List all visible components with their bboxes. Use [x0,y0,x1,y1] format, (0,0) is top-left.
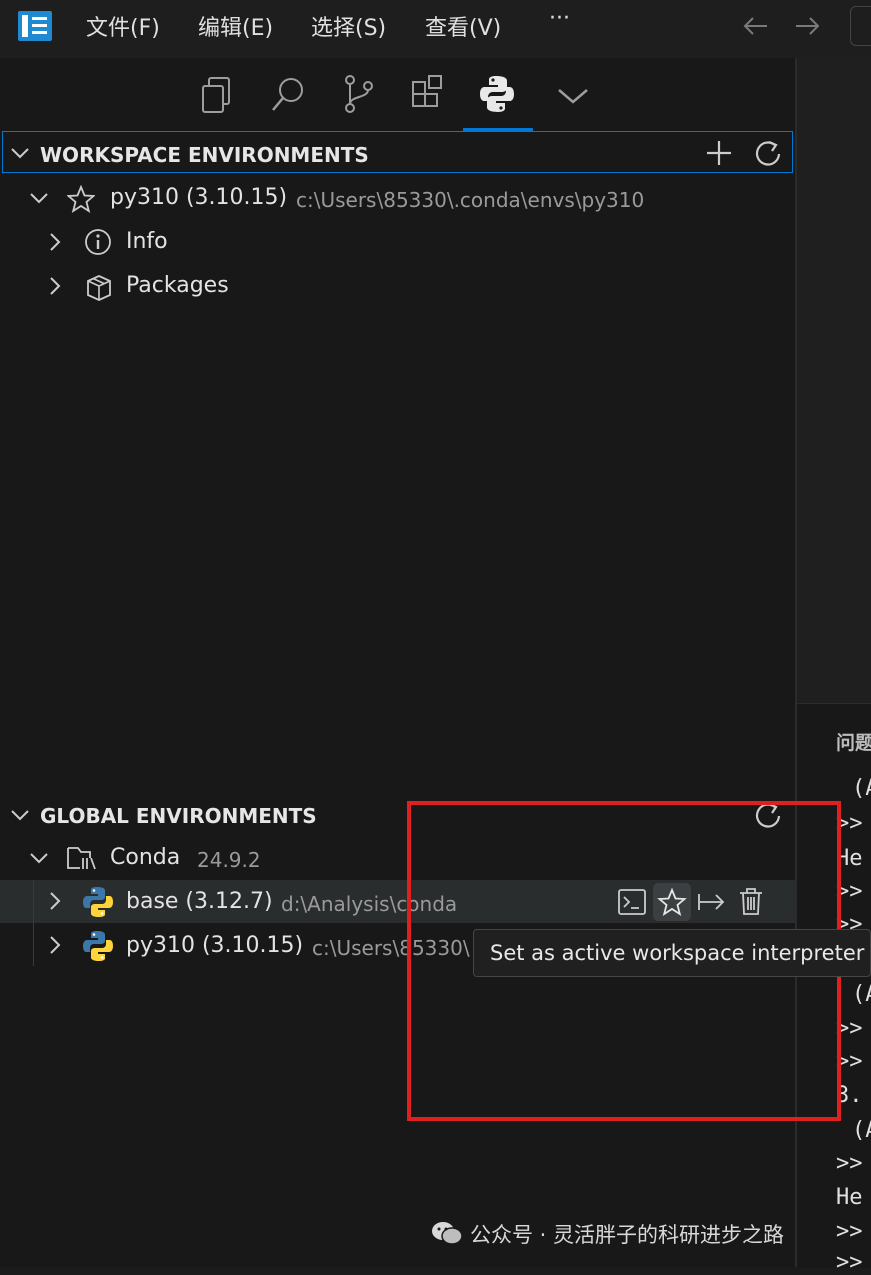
tooltip-text: Set as active workspace interpreter [490,941,865,965]
global-environments-title: GLOBAL ENVIRONMENTS [40,804,317,828]
tooltip: Set as active workspace interpreter [473,929,871,977]
terminal-line: (A [852,1118,871,1143]
tree-indent-guide [33,880,34,966]
command-center[interactable] [850,6,871,46]
package-icon [87,275,111,301]
folder-library-icon [67,847,96,870]
terminal-line: >> [836,1219,863,1244]
extensions-icon[interactable] [407,72,449,118]
forward-arrow-icon[interactable] [792,14,822,38]
terminal-line: >> [836,1151,863,1176]
terminal-line: (A [852,776,871,801]
menu-bar: 文件(F) 编辑(E) 选择(S) 查看(V) ··· [0,0,871,58]
chevron-down-icon[interactable] [8,804,32,826]
conda-manager-name[interactable]: Conda [110,845,180,870]
menu-file[interactable]: 文件(F) [86,10,160,42]
chevron-right-icon[interactable] [44,889,66,913]
tree-item-packages[interactable]: Packages [126,273,229,298]
chevron-right-icon[interactable] [44,274,66,298]
python-icon[interactable] [477,72,519,118]
menu-selection[interactable]: 选择(S) [311,10,386,42]
watermark-text: 公众号 · 灵活胖子的科研进步之路 [470,1223,785,1247]
star-icon [67,185,95,213]
workspace-env-path: c:\Users\85330\.conda\envs\py310 [296,188,645,212]
explorer-icon[interactable] [197,72,239,118]
add-icon[interactable] [704,139,734,167]
conda-version: 24.9.2 [197,848,261,872]
menu-edit[interactable]: 编辑(E) [198,10,273,42]
menu-more[interactable]: ··· [549,6,570,31]
wechat-icon [432,1222,463,1245]
chevron-right-icon[interactable] [44,933,66,957]
terminal-line: He [836,1185,863,1210]
terminal-line: >> [836,1250,863,1275]
menu-view[interactable]: 查看(V) [425,10,501,42]
workspace-env-name[interactable]: py310 (3.10.15) [110,185,287,210]
chevron-right-icon[interactable] [44,230,66,254]
env-name-base[interactable]: base (3.12.7) [126,889,273,914]
chevron-down-icon[interactable] [27,847,51,869]
python-env-icon [83,931,113,961]
refresh-icon[interactable] [753,139,783,169]
search-icon[interactable] [267,72,309,118]
editor-area [797,58,871,703]
env-name-py310[interactable]: py310 (3.10.15) [126,933,303,958]
tree-item-info[interactable]: Info [126,229,168,254]
chevron-down-icon[interactable] [8,142,32,164]
python-env-icon [83,887,113,917]
source-control-icon[interactable] [338,72,380,118]
panel-tab-problems[interactable]: 问题 [836,728,871,755]
chevron-down-icon[interactable] [553,72,595,118]
app-logo-icon [18,11,52,41]
chevron-down-icon[interactable] [27,187,51,209]
info-icon [85,229,111,255]
back-arrow-icon[interactable] [741,14,771,38]
workspace-environments-title: WORKSPACE ENVIRONMENTS [40,143,369,167]
terminal-line: (A [852,982,871,1007]
